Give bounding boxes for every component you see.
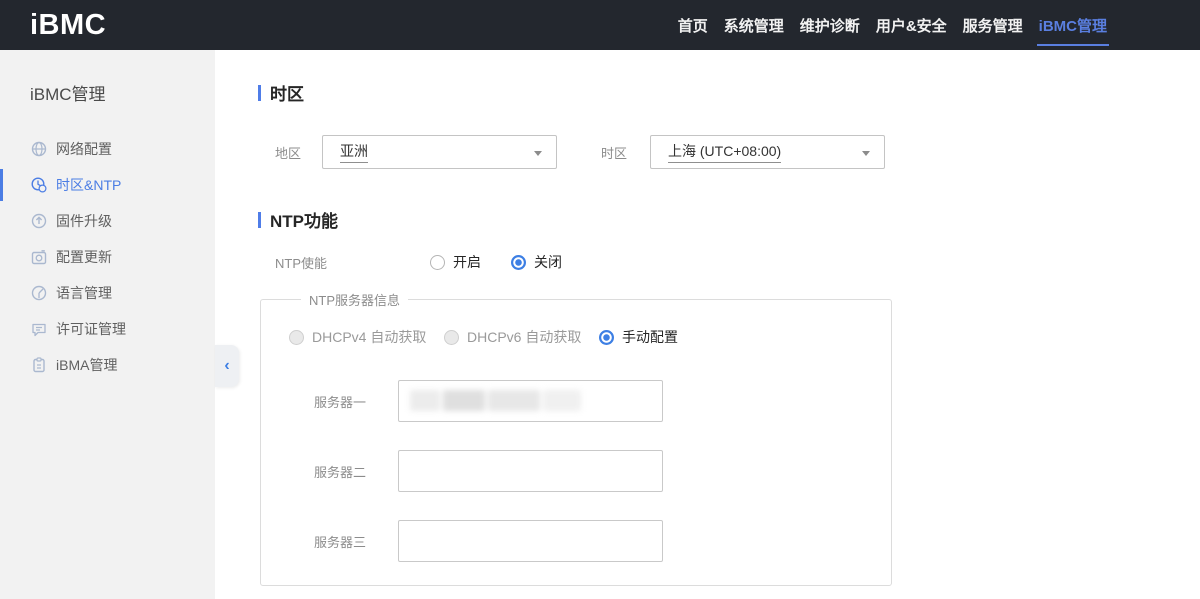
sidebar-title: iBMC管理 <box>30 80 215 105</box>
radio-selected-icon <box>599 330 614 345</box>
nav-system-management[interactable]: 系统管理 <box>716 0 792 50</box>
ntp-enable-row: NTP使能 开启 关闭 <box>275 252 1200 272</box>
sidebar-item-label: 网络配置 <box>56 139 112 159</box>
radio-disabled-icon <box>289 330 304 345</box>
sidebar-item-ibma-management[interactable]: iBMA管理 <box>0 347 215 383</box>
sidebar: iBMC管理 网络配置 时区&NTP 固件升级 配置更新 <box>0 50 215 599</box>
dhcpv4-auto-radio[interactable]: DHCPv4 自动获取 <box>289 327 444 347</box>
server-one-label: 服务器一 <box>289 392 398 411</box>
sidebar-item-firmware-upgrade[interactable]: 固件升级 <box>0 203 215 239</box>
server-two-input[interactable] <box>398 450 663 492</box>
sidebar-item-label: 固件升级 <box>56 211 112 231</box>
sidebar-item-config-update[interactable]: 配置更新 <box>0 239 215 275</box>
sidebar-item-label: 语言管理 <box>56 283 112 303</box>
ntp-enable-on-radio[interactable]: 开启 <box>430 252 481 272</box>
server-three-row: 服务器三 <box>289 520 891 562</box>
sidebar-item-label: 配置更新 <box>56 247 112 267</box>
license-icon <box>30 321 47 338</box>
chevron-left-icon: ‹ <box>224 357 229 375</box>
ntp-section-title: NTP功能 <box>258 207 1200 232</box>
chevron-down-icon <box>862 151 870 156</box>
sidebar-item-timezone-ntp[interactable]: 时区&NTP <box>0 167 215 203</box>
section-accent-bar <box>258 85 261 101</box>
section-accent-bar <box>258 212 261 228</box>
radio-unselected-icon <box>430 255 445 270</box>
sidebar-item-label: iBMA管理 <box>56 355 117 375</box>
radio-disabled-icon <box>444 330 459 345</box>
sidebar-item-language-management[interactable]: 语言管理 <box>0 275 215 311</box>
language-icon <box>30 285 47 302</box>
ntp-enable-off-radio[interactable]: 关闭 <box>511 252 562 272</box>
sidebar-item-license-management[interactable]: 许可证管理 <box>0 311 215 347</box>
region-select[interactable]: 亚洲 <box>322 135 557 169</box>
nav-service-management[interactable]: 服务管理 <box>955 0 1031 50</box>
chevron-down-icon <box>534 151 542 156</box>
nav-user-security[interactable]: 用户&安全 <box>868 0 955 50</box>
app-logo: iBMC <box>30 9 106 42</box>
timezone-section-title: 时区 <box>258 80 1200 105</box>
ntp-server-mode-row: DHCPv4 自动获取 DHCPv6 自动获取 手动配置 <box>289 327 891 347</box>
server-three-label: 服务器三 <box>289 532 398 551</box>
top-nav: 首页 系统管理 维护诊断 用户&安全 服务管理 iBMC管理 <box>670 0 1115 50</box>
timezone-select[interactable]: 上海 (UTC+08:00) <box>650 135 885 169</box>
server-one-input[interactable] <box>398 380 663 422</box>
sidebar-item-label: 时区&NTP <box>56 175 121 195</box>
timezone-ntp-icon <box>30 177 47 194</box>
timezone-label: 时区 <box>601 143 650 162</box>
sidebar-item-network-config[interactable]: 网络配置 <box>0 131 215 167</box>
region-label: 地区 <box>275 143 322 162</box>
server-three-input[interactable] <box>398 520 663 562</box>
sidebar-collapse-handle[interactable]: ‹ <box>215 345 239 387</box>
nav-maintenance-diagnosis[interactable]: 维护诊断 <box>792 0 868 50</box>
config-update-icon <box>30 249 47 266</box>
nav-ibmc-management[interactable]: iBMC管理 <box>1031 0 1115 50</box>
server-two-label: 服务器二 <box>289 462 398 481</box>
manual-config-radio[interactable]: 手动配置 <box>599 327 754 347</box>
region-select-value: 亚洲 <box>340 141 368 163</box>
sidebar-item-label: 许可证管理 <box>56 319 126 339</box>
dhcpv6-auto-radio[interactable]: DHCPv6 自动获取 <box>444 327 599 347</box>
network-icon <box>30 141 47 158</box>
ntp-enable-label: NTP使能 <box>275 253 430 272</box>
ntp-section: NTP功能 NTP使能 开启 关闭 NTP服务器信息 DHC <box>258 207 1200 586</box>
radio-selected-icon <box>511 255 526 270</box>
server-one-row: 服务器一 <box>289 380 891 422</box>
ibma-icon <box>30 357 47 374</box>
timezone-select-value: 上海 (UTC+08:00) <box>668 141 781 163</box>
nav-home[interactable]: 首页 <box>670 0 716 50</box>
main-content: 时区 地区 亚洲 时区 上海 (UTC+08:00) NTP功能 NTP使能 <box>215 50 1200 599</box>
ntp-server-info-legend: NTP服务器信息 <box>301 290 408 309</box>
app-header: iBMC 首页 系统管理 维护诊断 用户&安全 服务管理 iBMC管理 <box>0 0 1200 50</box>
ntp-server-info-group: NTP服务器信息 DHCPv4 自动获取 DHCPv6 自动获取 手动配置 <box>260 290 892 586</box>
firmware-upgrade-icon <box>30 213 47 230</box>
timezone-form-row: 地区 亚洲 时区 上海 (UTC+08:00) <box>275 135 1200 169</box>
server-two-row: 服务器二 <box>289 450 891 492</box>
